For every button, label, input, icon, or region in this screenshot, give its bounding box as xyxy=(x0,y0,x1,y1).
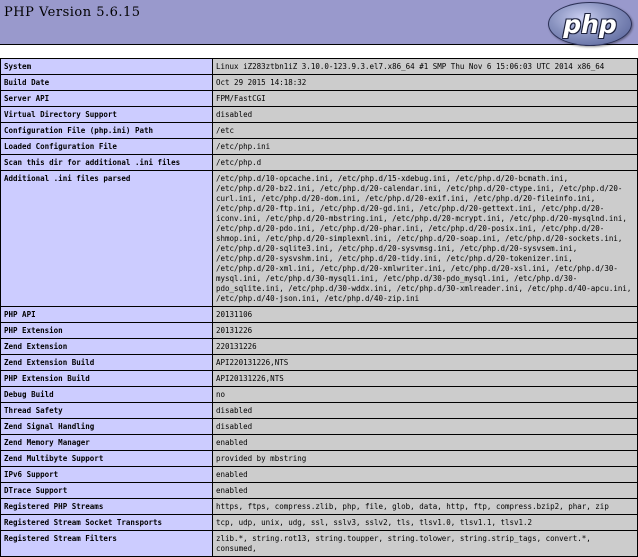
row-label: Build Date xyxy=(0,74,213,91)
row-value: disabled xyxy=(212,106,638,123)
row-value: 20131226 xyxy=(212,322,638,339)
table-row: Registered PHP Streams https, ftps, compr… xyxy=(0,498,638,515)
row-value: /etc xyxy=(212,122,638,139)
table-row: Zend Extension 220131226 xyxy=(0,338,638,355)
row-value: enabled xyxy=(212,434,638,451)
table-row: Zend Extension Build API220131226,NTS xyxy=(0,354,638,371)
table-row: Zend Memory Manager enabled xyxy=(0,434,638,451)
table-row: DTrace Support enabled xyxy=(0,482,638,499)
row-value: zlib.*, string.rot13, string.toupper, st… xyxy=(212,530,638,557)
row-value: API220131226,NTS xyxy=(212,354,638,371)
table-row: PHP Extension Build API20131226,NTS xyxy=(0,370,638,387)
row-value: no xyxy=(212,386,638,403)
row-value: Linux iZ283ztbn1iZ 3.10.0-123.9.3.el7.x8… xyxy=(212,58,638,75)
table-row: Zend Multibyte Support provided by mbstri… xyxy=(0,450,638,467)
row-label: Registered PHP Streams xyxy=(0,498,213,515)
table-row: Server API FPM/FastCGI xyxy=(0,90,638,107)
table-row: Virtual Directory Support disabled xyxy=(0,106,638,123)
row-value: https, ftps, compress.zlib, php, file, g… xyxy=(212,498,638,515)
row-label: Zend Multibyte Support xyxy=(0,450,213,467)
row-value: 20131106 xyxy=(212,306,638,323)
phpinfo-table: System Linux iZ283ztbn1iZ 3.10.0-123.9.3.… xyxy=(0,58,638,557)
row-label: Scan this dir for additional .ini files xyxy=(0,154,213,171)
table-row: Zend Signal Handling disabled xyxy=(0,418,638,435)
row-label: Loaded Configuration File xyxy=(0,138,213,155)
table-row: Loaded Configuration File/etc/php.ini xyxy=(0,138,638,155)
php-logo: php xyxy=(548,2,632,46)
page-title: PHP Version 5.6.15 xyxy=(4,5,141,20)
row-label: Virtual Directory Support xyxy=(0,106,213,123)
page-header: PHP Version 5.6.15 php xyxy=(0,0,638,46)
row-label: DTrace Support xyxy=(0,482,213,499)
table-row: Registered Stream Filters zlib.*, string.… xyxy=(0,530,638,557)
row-label: Thread Safety xyxy=(0,402,213,419)
table-row: Additional .ini files parsed/etc/php.d/1… xyxy=(0,170,638,307)
row-value: enabled xyxy=(212,466,638,483)
row-label: Zend Extension xyxy=(0,338,213,355)
table-row: Build Date Oct 29 2015 14:18:32 xyxy=(0,74,638,91)
row-label: PHP API xyxy=(0,306,213,323)
table-row: Thread Safety disabled xyxy=(0,402,638,419)
row-label: Server API xyxy=(0,90,213,107)
row-label: PHP Extension Build xyxy=(0,370,213,387)
table-row: IPv6 Support enabled xyxy=(0,466,638,483)
table-row: Debug Build no xyxy=(0,386,638,403)
row-label: Configuration File (php.ini) Path xyxy=(0,122,213,139)
row-value: disabled xyxy=(212,402,638,419)
row-label: Debug Build xyxy=(0,386,213,403)
row-value: Oct 29 2015 14:18:32 xyxy=(212,74,638,91)
row-label: Additional .ini files parsed xyxy=(0,170,213,307)
table-row: System Linux iZ283ztbn1iZ 3.10.0-123.9.3.… xyxy=(0,58,638,75)
row-label: Zend Extension Build xyxy=(0,354,213,371)
php-logo-text: php xyxy=(563,9,617,39)
row-value: provided by mbstring xyxy=(212,450,638,467)
row-label: Registered Stream Filters xyxy=(0,530,213,557)
table-row: PHP Extension 20131226 xyxy=(0,322,638,339)
row-label: Zend Memory Manager xyxy=(0,434,213,451)
row-value: disabled xyxy=(212,418,638,435)
row-value: API20131226,NTS xyxy=(212,370,638,387)
row-label: System xyxy=(0,58,213,75)
row-label: PHP Extension xyxy=(0,322,213,339)
row-value: FPM/FastCGI xyxy=(212,90,638,107)
row-value: /etc/php.d xyxy=(212,154,638,171)
row-value: /etc/php.ini xyxy=(212,138,638,155)
row-value: 220131226 xyxy=(212,338,638,355)
row-label: IPv6 Support xyxy=(0,466,213,483)
table-row: Configuration File (php.ini) Path/etc xyxy=(0,122,638,139)
table-row: PHP API 20131106 xyxy=(0,306,638,323)
row-value: /etc/php.d/10-opcache.ini, /etc/php.d/15… xyxy=(212,170,638,307)
table-row: Scan this dir for additional .ini files /… xyxy=(0,154,638,171)
row-value: enabled xyxy=(212,482,638,499)
row-label: Zend Signal Handling xyxy=(0,418,213,435)
